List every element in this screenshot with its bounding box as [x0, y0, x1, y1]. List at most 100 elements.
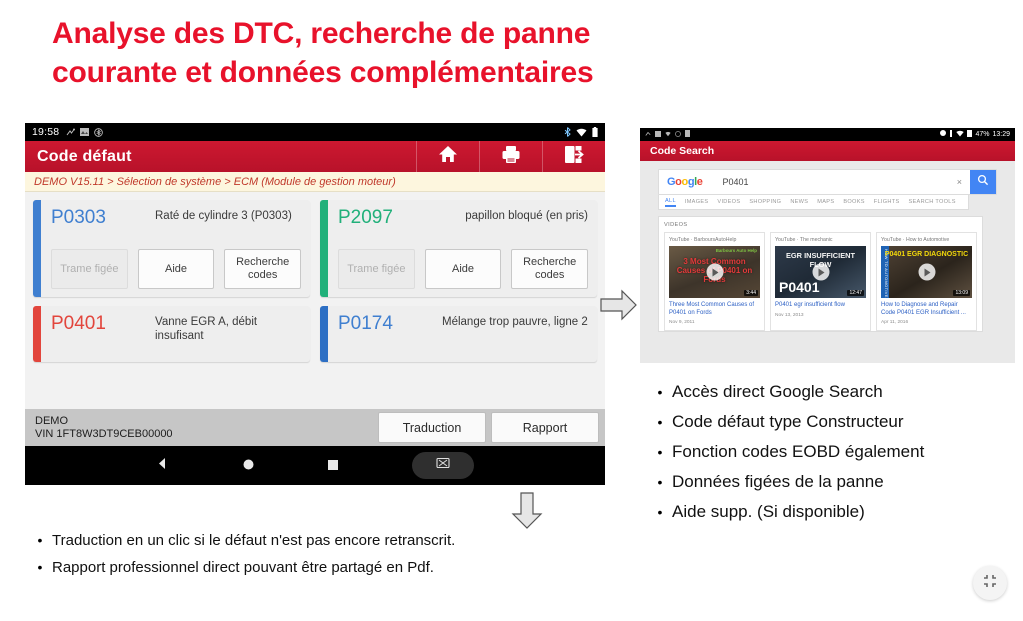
freeze-frame-button[interactable]: Trame figée — [51, 249, 128, 289]
status-clock: 19:58 — [32, 126, 60, 138]
dtc-code: P0303 — [51, 207, 106, 228]
bluetooth-circle-icon — [94, 127, 104, 137]
video-duration: 12:47 — [847, 290, 864, 296]
list-item: • Aide supp. (Si disponible) — [648, 499, 1018, 525]
thumbnail-code-text: P0401 — [779, 279, 820, 295]
tab-search-tools[interactable]: SEARCH TOOLS — [909, 199, 956, 205]
tablet-app-header: Code défaut — [25, 141, 605, 172]
translate-button[interactable]: Traduction — [378, 412, 486, 443]
video-thumbnail[interactable]: Barbours Auto Help 3 Most Common Causes … — [669, 246, 760, 298]
bullet-dot: • — [657, 474, 663, 490]
bullet-text: Données figées de la panne — [672, 472, 884, 491]
play-icon[interactable] — [706, 263, 723, 281]
play-icon[interactable] — [812, 263, 829, 281]
video-title[interactable]: Three Most Common Causes of P0401 on For… — [669, 302, 760, 317]
vehicle-info: DEMO VIN 1FT8W3DT9CEB00000 — [35, 415, 173, 441]
exit-button[interactable] — [542, 141, 605, 172]
list-item: • Accès direct Google Search — [648, 379, 1018, 405]
screenshot-icon — [436, 456, 450, 475]
video-source: YouTube · How to Automotive — [881, 237, 950, 243]
video-title[interactable]: How to Diagnose and Repair Code P0401 EG… — [881, 302, 972, 317]
page-title: Analyse des DTC, recherche de panne cour… — [52, 14, 952, 92]
video-result-card[interactable]: YouTube · The mechanic EGR INSUFFICIENT … — [770, 232, 871, 331]
video-duration: 13:09 — [953, 290, 970, 296]
video-result-card[interactable]: YouTube · BarboursAutoHelp Barbours Auto… — [664, 232, 765, 331]
battery-icon — [967, 130, 973, 139]
print-button[interactable] — [479, 141, 542, 172]
freeze-frame-button[interactable]: Trame figée — [338, 249, 415, 289]
video-duration: 3:44 — [744, 290, 758, 296]
tab-books[interactable]: BOOKS — [843, 199, 864, 205]
status-right-icons — [564, 127, 598, 137]
bullet-dot: • — [657, 414, 663, 430]
phone-status-right-icons: 47% 13:29 — [940, 130, 1010, 139]
bullet-text: Aide supp. (Si disponible) — [672, 502, 865, 521]
tab-flights[interactable]: FLIGHTS — [874, 199, 900, 205]
phone-content: Google P0401 × ALL IMAGES VIDEOS SHOPPIN… — [640, 161, 1015, 332]
bullet-dot: • — [657, 504, 663, 520]
battery-icon — [592, 127, 598, 137]
page-title-line-1: Analyse des DTC, recherche de panne — [52, 17, 591, 50]
tab-videos[interactable]: VIDEOS — [717, 199, 740, 205]
phone-clock: 13:29 — [992, 131, 1010, 138]
phone-status-bar: 47% 13:29 — [640, 128, 1015, 141]
tab-shopping[interactable]: SHOPPING — [749, 199, 781, 205]
dtc-card[interactable]: P0174 Mélange trop pauvre, ligne 2 — [320, 306, 597, 362]
dtc-list: P0303 Raté de cylindre 3 (P0303) Trame f… — [25, 192, 605, 362]
code-search-button[interactable]: Recherche codes — [511, 249, 589, 289]
wifi-icon — [956, 130, 965, 139]
tab-all[interactable]: ALL — [665, 198, 676, 207]
bullet-text: Traduction en un clic si le défaut n'est… — [52, 532, 456, 549]
back-triangle-icon — [156, 457, 169, 475]
video-date: Nov 9, 2011 — [669, 320, 695, 325]
wifi-small-icon — [665, 131, 671, 139]
breadcrumb: DEMO V15.11 > Sélection de système > ECM… — [25, 172, 605, 192]
dtc-card[interactable]: P0401 Vanne EGR A, débit insufisant — [33, 306, 310, 362]
bullet-dot: • — [37, 559, 43, 575]
report-button[interactable]: Rapport — [491, 412, 599, 443]
play-icon[interactable] — [918, 263, 935, 281]
code-search-button[interactable]: Recherche codes — [224, 249, 302, 289]
collapse-button[interactable] — [973, 566, 1007, 600]
tab-maps[interactable]: MAPS — [817, 199, 834, 205]
dtc-actions: Trame figée Aide Recherche codes — [338, 249, 589, 289]
home-button[interactable] — [416, 141, 479, 172]
list-item: • Fonction codes EOBD également — [648, 439, 1018, 465]
nav-home-button[interactable] — [243, 457, 254, 475]
silent-icon — [949, 130, 953, 139]
location-icon — [940, 130, 947, 139]
bullet-dot: • — [657, 384, 663, 400]
help-button[interactable]: Aide — [424, 249, 502, 289]
dtc-accent-bar — [320, 200, 328, 297]
thumbnail-badge: Barbours Auto Help — [715, 248, 757, 253]
video-thumbnail[interactable]: EGR INSUFFICIENT FLOW P0401 12:47 — [775, 246, 866, 298]
dtc-description: Vanne EGR A, débit insufisant — [155, 316, 258, 342]
wifi-icon — [576, 128, 587, 137]
dtc-card[interactable]: P0303 Raté de cylindre 3 (P0303) Trame f… — [33, 200, 310, 297]
video-result-card[interactable]: YouTube · How to Automotive HOW TO AUTOM… — [876, 232, 977, 331]
dtc-code: P0401 — [51, 313, 106, 334]
search-input[interactable]: P0401 — [703, 177, 957, 187]
dtc-actions: Trame figée Aide Recherche codes — [51, 249, 302, 289]
tab-news[interactable]: NEWS — [790, 199, 808, 205]
clear-icon[interactable]: × — [957, 177, 970, 187]
help-button[interactable]: Aide — [137, 249, 215, 289]
tab-images[interactable]: IMAGES — [685, 199, 709, 205]
usb-icon — [645, 131, 651, 139]
video-title[interactable]: P0401 egr insufficient flow — [775, 302, 866, 310]
nav-back-button[interactable] — [156, 457, 169, 475]
google-search-bar[interactable]: Google P0401 × — [658, 169, 997, 195]
video-results-row: YouTube · BarboursAutoHelp Barbours Auto… — [664, 232, 977, 331]
dtc-card[interactable]: P2097 papillon bloqué (en pris) Trame fi… — [320, 200, 597, 297]
bluetooth-circle-icon — [675, 130, 681, 139]
exit-icon — [564, 145, 584, 169]
bullet-dot: • — [37, 532, 43, 548]
phone-screenshot: 47% 13:29 Code Search Google P0401 × ALL… — [640, 128, 1015, 363]
vehicle-vin: VIN 1FT8W3DT9CEB00000 — [35, 427, 173, 440]
dtc-accent-bar — [33, 200, 41, 297]
nav-recents-button[interactable] — [328, 457, 338, 475]
video-thumbnail[interactable]: HOW TO AUTOMOTIVE P0401 EGR DIAGNOSTIC 1… — [881, 246, 972, 298]
nav-screenshot-button[interactable] — [412, 452, 474, 479]
search-submit-button[interactable] — [970, 170, 996, 194]
android-nav-bar — [25, 446, 605, 485]
